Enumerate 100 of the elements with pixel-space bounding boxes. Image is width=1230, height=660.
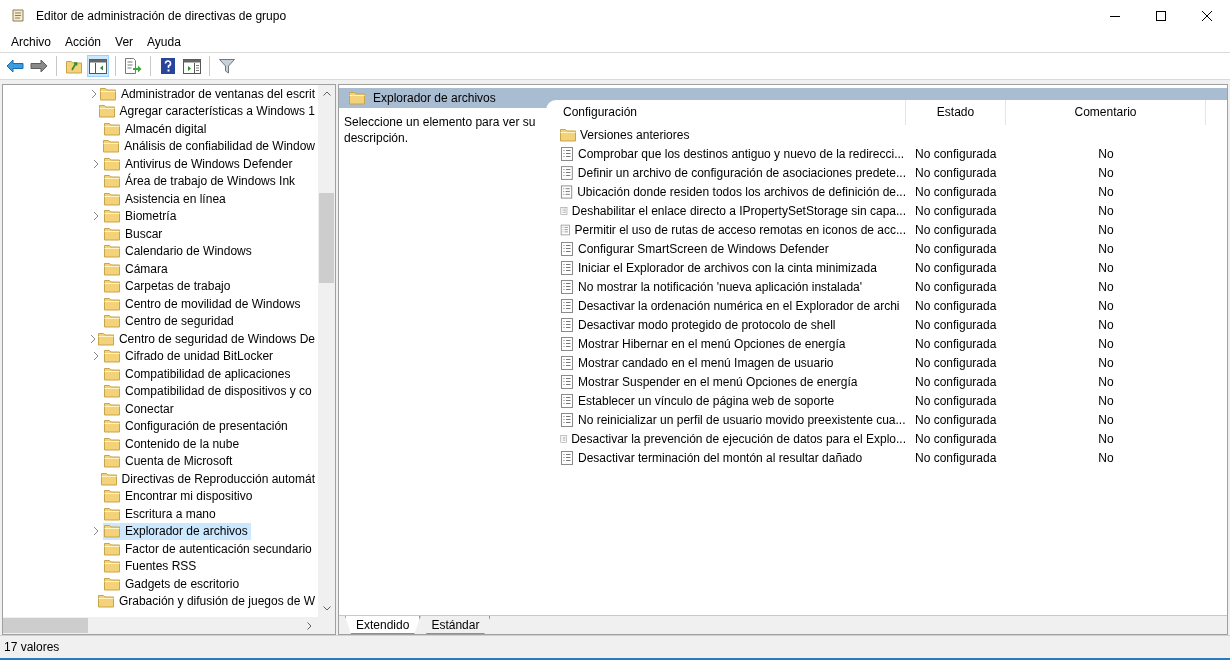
tree-item-label: Configuración de presentación xyxy=(125,419,288,434)
tree-item[interactable]: Compatibilidad de aplicaciones xyxy=(103,365,294,383)
tree-item[interactable]: Carpetas de trabajo xyxy=(103,277,234,295)
menu-item[interactable]: Acción xyxy=(58,35,109,49)
state-cell-text: No configurada xyxy=(914,222,998,237)
expand-chevron-icon[interactable] xyxy=(93,158,99,169)
export-list-icon[interactable] xyxy=(122,55,144,77)
tree-item[interactable]: Compatibilidad de dispositivos y co xyxy=(103,382,315,400)
setting-name[interactable]: Mostrar candado en el menú Imagen de usuario xyxy=(578,355,834,370)
tree-item[interactable]: Gadgets de escritorio xyxy=(103,575,243,593)
expand-chevron-icon[interactable] xyxy=(90,88,97,99)
folder-icon xyxy=(104,489,120,504)
tree-item-label: Cifrado de unidad BitLocker xyxy=(125,349,274,364)
tree-item[interactable]: Fuentes RSS xyxy=(103,557,200,575)
tree-item[interactable]: Almacén digital xyxy=(103,120,210,138)
tree-item-label: Centro de seguridad de Windows De xyxy=(118,331,315,346)
description-text: Seleccione un elemento para ver su descripción. xyxy=(343,114,537,147)
setting-icon xyxy=(560,336,574,351)
expand-chevron-icon[interactable] xyxy=(93,211,99,222)
menu-item[interactable]: Archivo xyxy=(4,35,58,49)
tree-item[interactable]: Centro de seguridad xyxy=(103,312,237,330)
setting-name[interactable]: No mostrar la notificación 'nueva aplicación instalada' xyxy=(578,279,863,294)
setting-icon xyxy=(560,222,571,237)
state-cell-text: No configurada xyxy=(914,146,998,161)
tree-item[interactable]: Centro de seguridad de Windows De xyxy=(96,330,318,348)
tree-item[interactable]: Encontrar mi dispositivo xyxy=(103,487,256,505)
setting-name[interactable]: Desactivar terminación del montón al resultar dañado xyxy=(578,450,863,465)
tree-item[interactable]: Cifrado de unidad BitLocker xyxy=(103,347,277,365)
comment-cell-text: No xyxy=(1097,374,1115,389)
tree-item[interactable]: Conectar xyxy=(103,400,177,418)
setting-name[interactable]: Ubicación donde residen todos los archivos de definición de... xyxy=(577,184,906,199)
column-header[interactable]: Configuración xyxy=(554,100,906,125)
column-header[interactable]: Estado xyxy=(906,100,1006,125)
comment-cell-text: No xyxy=(1097,203,1115,218)
expand-chevron-icon[interactable] xyxy=(89,333,96,344)
folder-icon xyxy=(104,366,120,381)
setting-name[interactable]: Definir un archivo de configuración de asociaciones predete... xyxy=(577,165,906,180)
setting-name[interactable]: Deshabilitar el enlace directo a IPropertySetStorage sin capa... xyxy=(571,203,906,218)
comment-cell-text: No xyxy=(1097,431,1115,446)
setting-icon xyxy=(560,241,574,256)
tree-item[interactable]: Escritura a mano xyxy=(103,505,219,523)
tree-item[interactable]: Calendario de Windows xyxy=(103,242,255,260)
setting-icon xyxy=(560,165,574,180)
setting-name[interactable]: Permitir el uso de rutas de acceso remotas en iconos de acc... xyxy=(574,222,906,237)
tree-item[interactable]: Cuenta de Microsoft xyxy=(103,452,236,470)
tree-item[interactable]: Área de trabajo de Windows Ink xyxy=(103,172,299,190)
tree-item[interactable]: Administrador de ventanas del escrit xyxy=(98,85,318,103)
state-cell-text: No configurada xyxy=(914,431,998,446)
tree-item[interactable]: Factor de autenticación secundario xyxy=(103,540,315,558)
setting-name[interactable]: Configurar SmartScreen de Windows Defender xyxy=(578,241,829,256)
folder-icon xyxy=(349,91,365,105)
folder-icon xyxy=(103,139,120,154)
close-icon xyxy=(1202,11,1212,21)
folder-icon xyxy=(104,314,120,329)
tree-item[interactable]: Configuración de presentación xyxy=(103,417,291,435)
tree-item[interactable]: Contenido de la nube xyxy=(103,435,243,453)
maximize-icon xyxy=(1156,11,1166,21)
tree-item[interactable]: Biometría xyxy=(103,207,180,225)
expand-chevron-icon[interactable] xyxy=(93,351,99,362)
view-tab[interactable]: Estándar xyxy=(420,616,491,634)
tree-item[interactable]: Antivirus de Windows Defender xyxy=(103,155,296,173)
scrollbar-thumb[interactable] xyxy=(319,193,334,283)
menu-item[interactable]: Ayuda xyxy=(140,35,188,49)
tree-item[interactable]: Directivas de Reproducción automát xyxy=(99,470,318,488)
state-cell-text: No configurada xyxy=(914,165,998,180)
tree-item-label: Área de trabajo de Windows Ink xyxy=(125,174,296,189)
setting-name[interactable]: Mostrar Suspender en el menú Opciones de energía xyxy=(578,374,858,389)
tree-item-label: Cámara xyxy=(125,261,168,276)
setting-icon xyxy=(560,279,574,294)
tree-item[interactable]: Buscar xyxy=(103,225,166,243)
tree-item[interactable]: Asistencia en línea xyxy=(103,190,229,208)
setting-icon xyxy=(560,260,574,275)
setting-name[interactable]: Comprobar que los destinos antiguo y nuevo de la redirecci... xyxy=(578,146,905,161)
state-cell-text: No configurada xyxy=(914,393,998,408)
tree-item[interactable]: Cámara xyxy=(103,260,171,278)
folder-icon xyxy=(104,209,120,224)
folder-name[interactable]: Versiones anteriores xyxy=(580,127,690,142)
setting-name[interactable]: Establecer un vínculo de página web de soporte xyxy=(578,393,835,408)
view-tab[interactable]: Extendido xyxy=(345,616,421,634)
setting-name[interactable]: Desactivar la prevención de ejecución de datos para el Explo... xyxy=(571,431,906,446)
expand-chevron-icon[interactable] xyxy=(93,526,99,537)
tree-item-label: Centro de movilidad de Windows xyxy=(125,296,301,311)
tree-pane-icon[interactable] xyxy=(87,55,109,77)
setting-name[interactable]: No reinicializar un perfil de usuario movido preexistente cua... xyxy=(578,412,906,427)
tree-item[interactable]: Explorador de archivos xyxy=(103,522,251,540)
menu-item[interactable]: Ver xyxy=(108,35,141,49)
folder-icon xyxy=(104,244,120,259)
tree-item[interactable]: Grabación y difusión de juegos de W xyxy=(96,592,318,610)
tree-item[interactable]: Análisis de confiabilidad de Window xyxy=(102,137,318,155)
column-header[interactable]: Comentario xyxy=(1006,100,1206,125)
setting-name[interactable]: Desactivar la ordenación numérica en el Explorador de archi xyxy=(578,298,900,313)
setting-name[interactable]: Mostrar Hibernar en el menú Opciones de energía xyxy=(578,336,846,351)
folder-icon xyxy=(104,156,120,171)
folder-icon xyxy=(104,419,120,434)
setting-name[interactable]: Iniciar el Explorador de archivos con la cinta minimizada xyxy=(578,260,877,275)
tree-item[interactable]: Agregar características a Windows 1 xyxy=(97,102,318,120)
tree-item[interactable]: Centro de movilidad de Windows xyxy=(103,295,304,313)
scrollbar-thumb[interactable] xyxy=(3,618,88,633)
setting-name[interactable]: Desactivar modo protegido de protocolo de shell xyxy=(578,317,836,332)
state-cell-text: No configurada xyxy=(914,412,998,427)
